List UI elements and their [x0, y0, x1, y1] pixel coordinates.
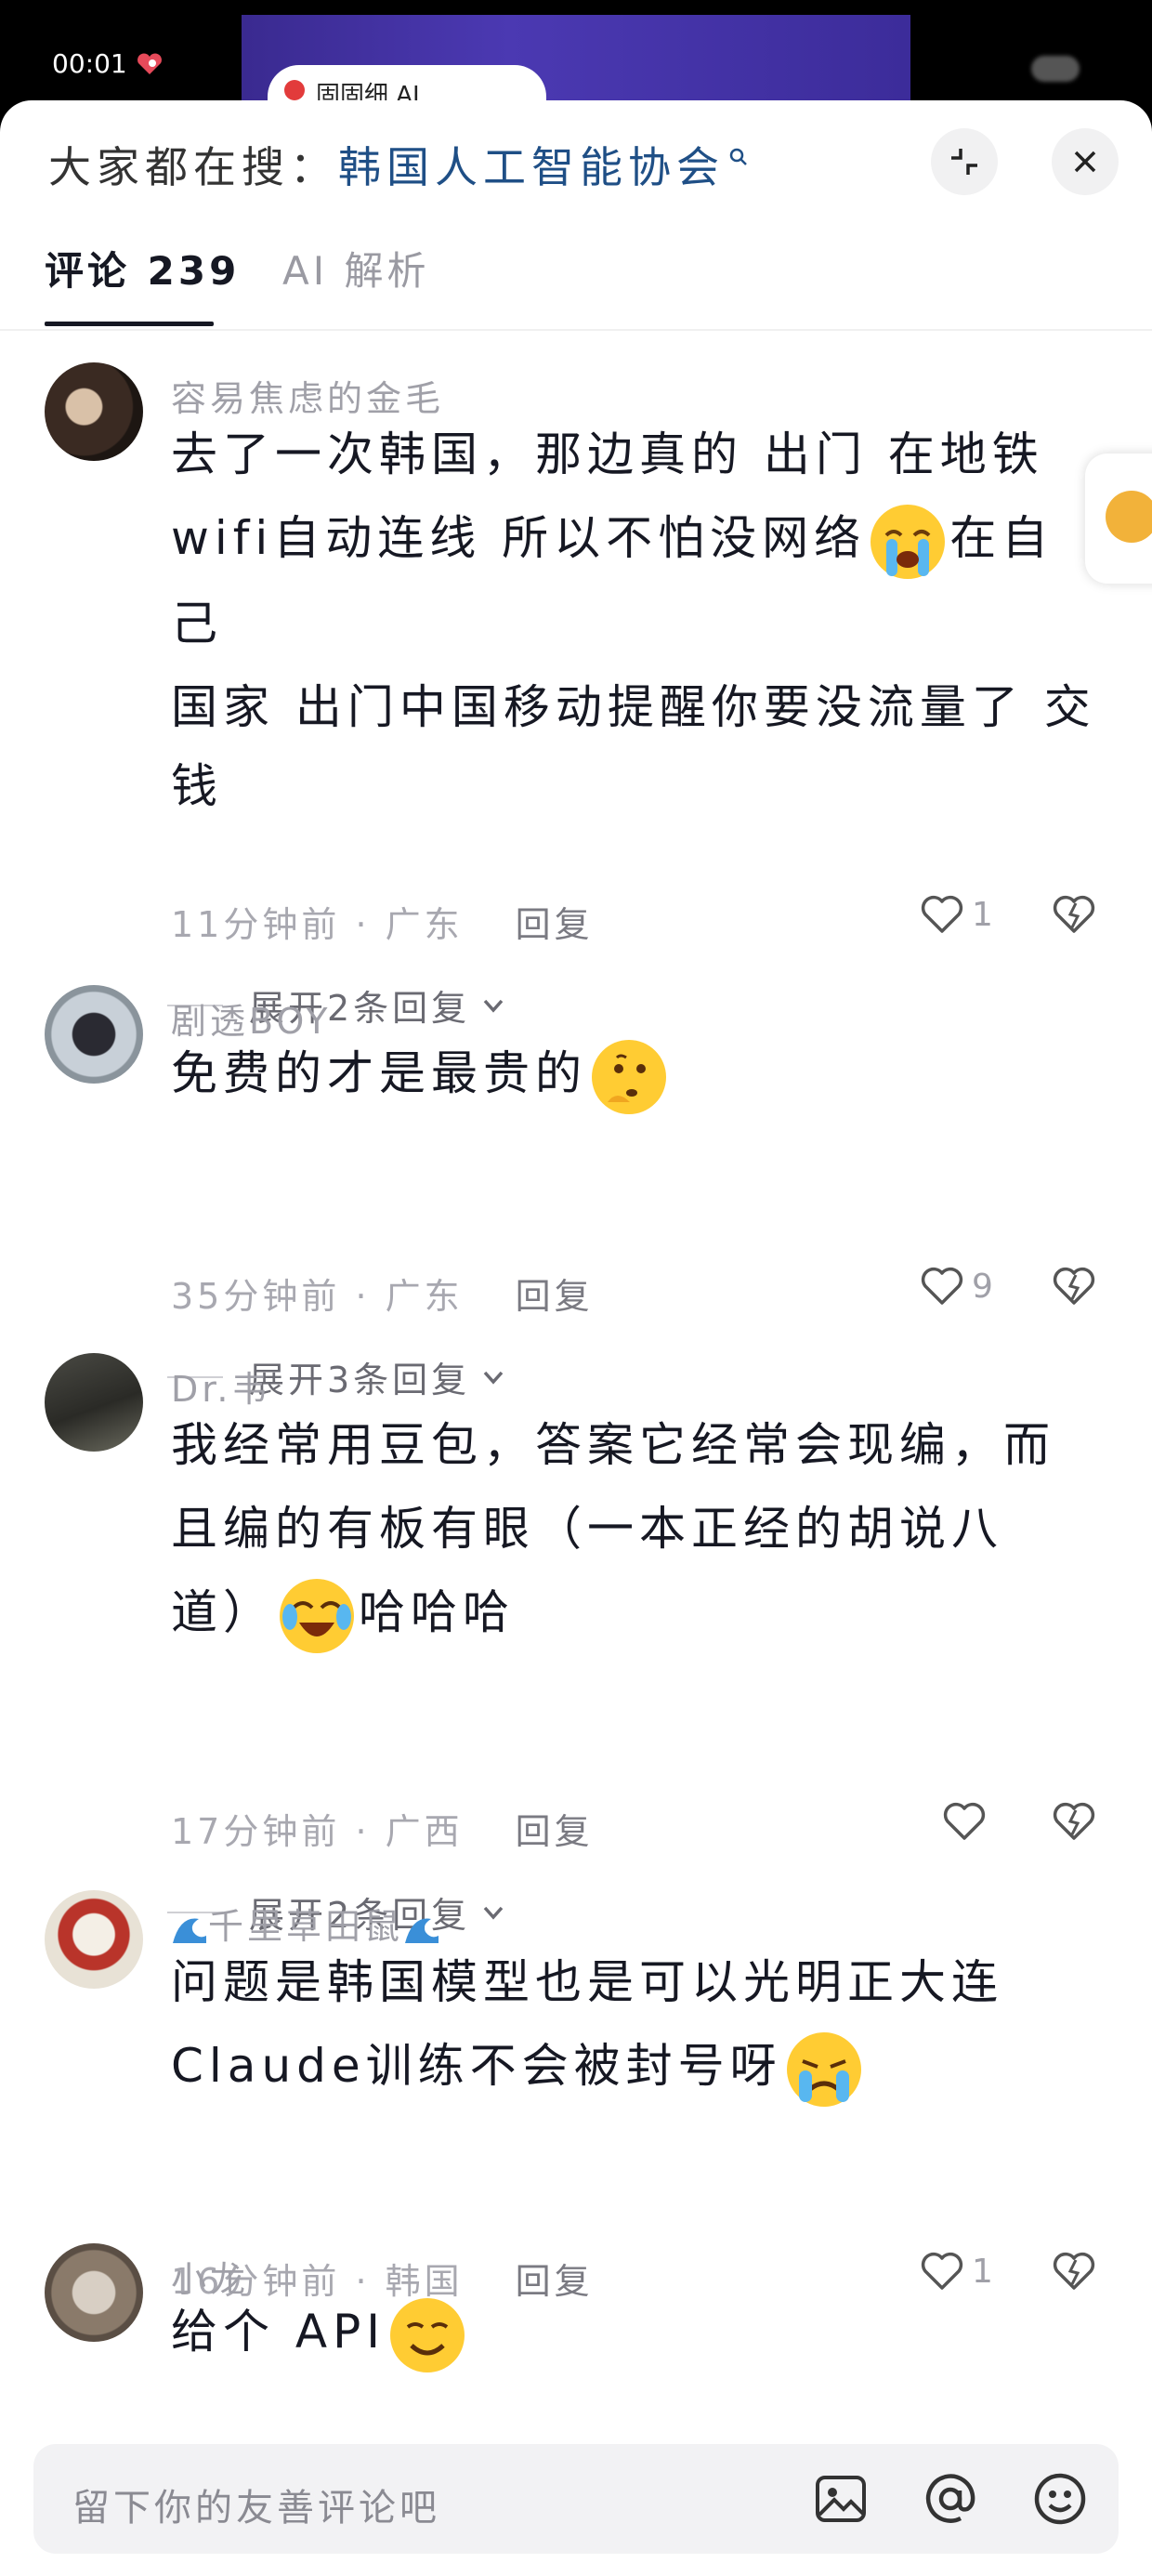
avatar[interactable]: [45, 2243, 143, 2342]
crying-emoji-icon: [871, 504, 946, 579]
chevron-down-icon: [483, 1371, 504, 1385]
heart-outline-icon: [921, 2252, 963, 2290]
comment-meta: 35分钟前 · 广东 回复: [171, 1276, 594, 1317]
like-count: 1: [972, 895, 993, 934]
comment-line: 问题是韩国模型也是可以光明正大连: [171, 1955, 1003, 2009]
comment-text: wifi自动连线 所以不怕没网络: [171, 511, 867, 565]
heart-outline-icon: [921, 895, 963, 933]
record-dot-icon: [284, 80, 305, 100]
heart-status-icon: [137, 53, 162, 74]
search-keyword[interactable]: 韩国人工智能协会: [338, 142, 725, 192]
comment-line: wifi自动连线 所以不怕没网络 在自己: [171, 496, 1100, 665]
like-button[interactable]: 9: [920, 1266, 993, 1307]
comment-line: 国家 出门中国移动提醒你要没流量了 交: [171, 679, 1096, 734]
close-icon: [1074, 151, 1096, 173]
broken-heart-icon[interactable]: [1052, 1266, 1096, 1307]
comment-meta: 17分钟前 · 广西 回复: [171, 1811, 594, 1852]
tab-comments[interactable]: 评论 239: [45, 240, 240, 296]
broken-heart-icon[interactable]: [1052, 1801, 1096, 1842]
mascot-icon: [1106, 491, 1152, 543]
like-button[interactable]: 1: [920, 894, 993, 935]
blurred-indicator: [1031, 56, 1080, 82]
thinking-emoji-icon: [592, 1039, 666, 1114]
comment-text: 道）: [171, 1585, 275, 1639]
comment-text: 哈哈哈: [359, 1585, 515, 1639]
active-tab-indicator: [45, 322, 214, 326]
divider: [0, 329, 1152, 331]
comment-line: 钱: [171, 758, 223, 813]
comment-content: 去了一次韩国，那边真的 出门 在地铁 wifi自动连线 所以不怕没网络 在自己 国…: [171, 413, 1100, 823]
reply-button[interactable]: 回复: [516, 1811, 594, 1852]
avatar[interactable]: [45, 362, 143, 461]
comment-content: 问题是韩国模型也是可以光明正大连 Claude训练不会被封号呀: [171, 1940, 1100, 2109]
collapse-icon: [951, 149, 977, 175]
comment-location: 广东: [385, 1276, 464, 1317]
comment-content: 给个 API: [171, 2290, 1100, 2375]
magnifier-icon: [729, 148, 747, 165]
comment-location: 广西: [385, 1811, 464, 1852]
avatar[interactable]: [45, 1353, 143, 1452]
comment-line: Claude训练不会被封号呀: [171, 2024, 1100, 2109]
like-button[interactable]: [942, 1801, 987, 1842]
like-count: 1: [972, 2252, 993, 2291]
like-button[interactable]: 1: [920, 2251, 993, 2292]
broken-heart-icon[interactable]: [1052, 2251, 1096, 2292]
tab-ai-analysis[interactable]: AI 解析: [282, 240, 429, 296]
heart-outline-icon: [921, 1267, 963, 1305]
comment-line: 道） 哈哈哈: [171, 1571, 1100, 1656]
search-prefix: 大家都在搜：: [48, 142, 338, 192]
comment-time: 17分钟前: [171, 1811, 341, 1852]
comment-text: 免费的才是最贵的: [171, 1046, 587, 1100]
sad-tears-emoji-icon: [786, 2031, 861, 2107]
at-icon[interactable]: [922, 2470, 979, 2528]
comment-meta: 11分钟前 · 广东 回复: [171, 904, 594, 945]
emoji-icon[interactable]: [1031, 2470, 1089, 2528]
comment-sheet: 大家都在搜：韩国人工智能协会 评论 239 AI 解析 容易焦虑的金毛 去了一次…: [0, 100, 1152, 2576]
comment-line: 且编的有板有眼（一本正经的胡说八: [171, 1502, 1003, 1556]
status-time: 00:01: [52, 48, 127, 79]
collapse-button[interactable]: [931, 128, 998, 195]
close-button[interactable]: [1052, 128, 1119, 195]
comment-time: 11分钟前: [171, 904, 341, 945]
comment-text: 给个 API: [171, 2305, 386, 2359]
like-count: 9: [972, 1267, 993, 1306]
smile-emoji-icon: [390, 2297, 465, 2372]
crying-laugh-emoji-icon: [280, 1578, 354, 1653]
comment-text: Claude训练不会被封号呀: [171, 2039, 782, 2093]
comment-content: 我经常用豆包，答案它经常会现编，而 且编的有板有眼（一本正经的胡说八 道） 哈哈哈: [171, 1403, 1100, 1656]
comment-time: 35分钟前: [171, 1276, 341, 1317]
comment-input-placeholder: 留下你的友善评论吧: [72, 2487, 440, 2530]
image-icon[interactable]: [812, 2470, 870, 2528]
comment-location: 广东: [385, 904, 464, 945]
avatar[interactable]: [45, 985, 143, 1084]
comment-line: 我经常用豆包，答案它经常会现编，而: [171, 1418, 1055, 1472]
search-suggestion[interactable]: 大家都在搜：韩国人工智能协会: [48, 134, 749, 195]
comment-content: 免费的才是最贵的: [171, 1032, 1100, 1117]
expand-label: 展开3条回复: [249, 1360, 471, 1400]
chevron-down-icon: [483, 1906, 504, 1920]
chevron-down-icon: [483, 999, 504, 1013]
reply-button[interactable]: 回复: [516, 1276, 594, 1317]
broken-heart-icon[interactable]: [1052, 894, 1096, 935]
avatar[interactable]: [45, 1890, 143, 1989]
heart-outline-icon: [943, 1802, 986, 1840]
comment-line: 去了一次韩国，那边真的 出门 在地铁: [171, 427, 1044, 481]
reply-button[interactable]: 回复: [516, 904, 594, 945]
